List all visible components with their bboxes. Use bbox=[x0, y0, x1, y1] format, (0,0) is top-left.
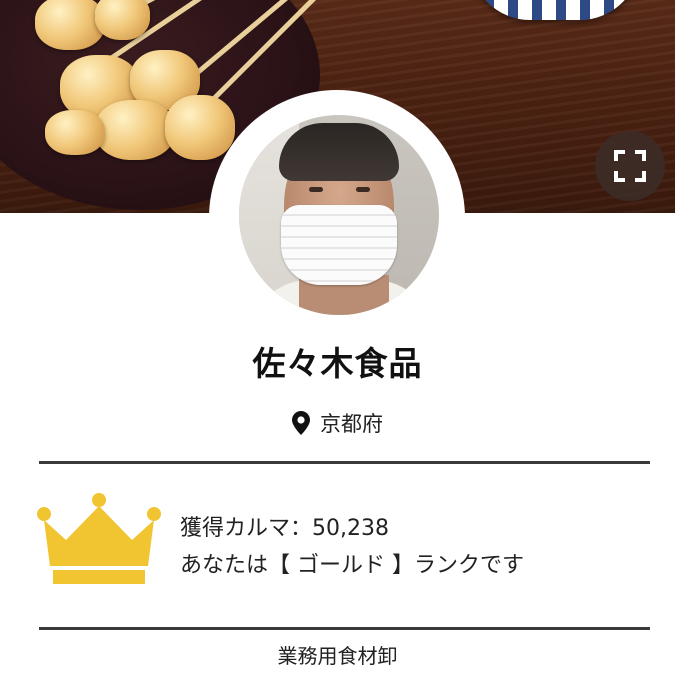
shop-name: 佐々木食品 bbox=[252, 344, 423, 383]
location-label: 京都府 bbox=[320, 412, 383, 436]
avatar[interactable] bbox=[239, 115, 439, 315]
expand-button[interactable] bbox=[595, 131, 665, 201]
divider bbox=[39, 461, 650, 464]
business-category: 業務用食材卸 bbox=[277, 644, 398, 668]
expand-icon bbox=[614, 150, 646, 182]
karma-info: 獲得カルマ：50,238 あなたは【 ゴールド 】ランクです bbox=[180, 510, 524, 584]
crown-icon bbox=[37, 493, 161, 584]
karma-points: 獲得カルマ：50,238 bbox=[180, 516, 389, 541]
map-pin-icon bbox=[292, 411, 310, 435]
divider bbox=[39, 627, 650, 630]
rank-text: あなたは【 ゴールド 】ランクです bbox=[180, 553, 524, 578]
face-mask bbox=[281, 205, 397, 285]
location: 京都府 bbox=[0, 408, 675, 438]
profile-page: 佐々木食品 京都府 獲得カルマ：50,238 あなたは【 ゴールド 】ランクです… bbox=[0, 0, 675, 678]
